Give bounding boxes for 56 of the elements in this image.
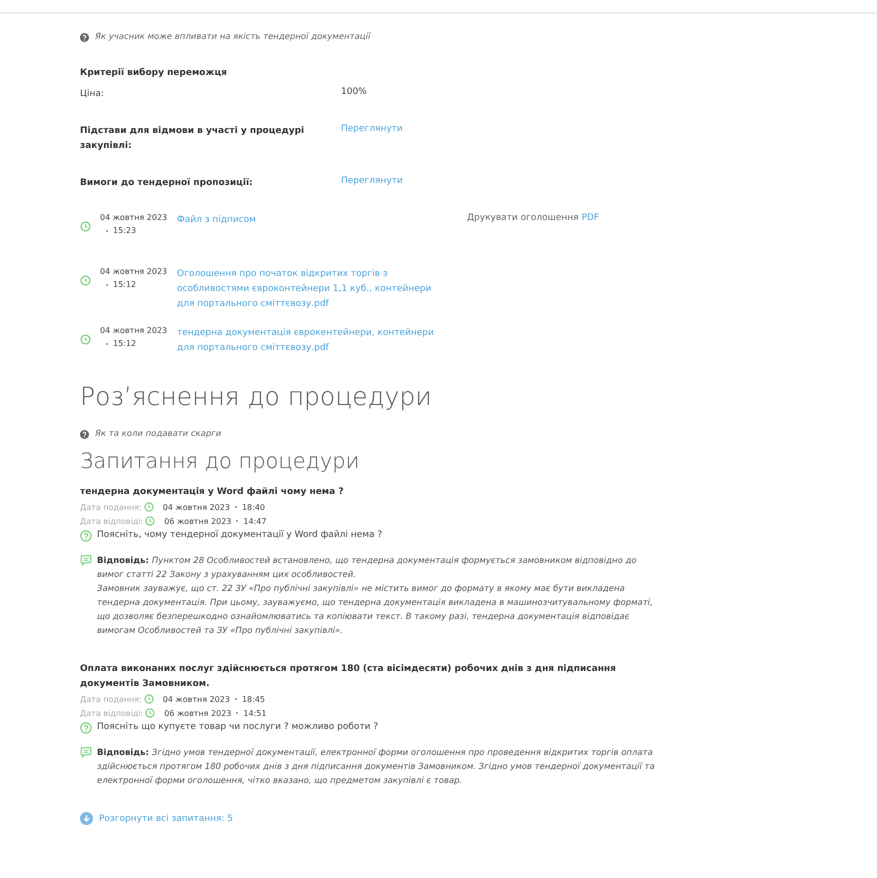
document-time: 15:12 xyxy=(113,280,136,289)
help-link[interactable]: Як учасник може впливати на якість тендерної документації xyxy=(95,32,370,42)
answered-date: 06 жовтня 2023 xyxy=(164,516,232,526)
question-text: Поясніть що купуєте товар чи послуги ? можливо роботи ? xyxy=(97,722,378,732)
clock-icon xyxy=(145,708,156,718)
question-circle-icon xyxy=(80,430,89,438)
date-label: Дата відповіді: xyxy=(80,708,144,718)
field-label: Підстави для відмови в участі у процедурі закупівлі: xyxy=(80,125,306,153)
document-date: 04 жовтня 2023 xyxy=(100,267,168,276)
chat-bubble-icon xyxy=(80,746,92,758)
date-label: Дата відповіді: xyxy=(80,516,144,526)
question-circle-icon xyxy=(80,530,92,542)
chat-bubble-icon xyxy=(80,554,92,566)
document-link[interactable]: Файл з підписом xyxy=(177,213,447,228)
section-title: Роз’яснення до процедури xyxy=(80,382,433,411)
clock-icon xyxy=(144,694,154,704)
submitted-time: 18:40 xyxy=(242,502,266,512)
clock-icon xyxy=(144,502,154,512)
clock-icon xyxy=(145,516,156,526)
view-link[interactable]: Переглянути xyxy=(341,176,403,191)
view-link[interactable]: Переглянути xyxy=(341,124,403,154)
answer-text: Замовник зауважує, що ст. 22 ЗУ «Про публічні закупівлі» не містить вимог до формату в якому має бути викладена тендерна документація. При цьому, зауважуємо, що тендерна документація викладена в машинозчитувальному форматі, що дозволяє безперешкодно ознайомлюватись та копіювати текст. В такому разі, тендерна документація відповідає вимогам Особливостей та ЗУ «Про публічні закупівлі». xyxy=(97,583,654,638)
section-heading: Критерії вибору переможця xyxy=(80,68,228,78)
document-link[interactable]: Оголошення про початок відкритих торгів з особливостями євроконтейнери 1,1 куб., контейнери для портального сміттєвозу.pdf xyxy=(177,267,447,312)
clock-icon xyxy=(80,334,91,345)
clock-icon xyxy=(80,275,91,286)
document-date: 04 жовтня 2023 xyxy=(100,213,168,222)
document-time: 15:23 xyxy=(113,226,136,235)
question-text: Поясніть, чому тендерної документації у Word файлі нема ? xyxy=(97,530,382,540)
pdf-link[interactable]: PDF xyxy=(582,213,600,223)
question-title: тендерна документація у Word файлі чому нема ? xyxy=(80,486,345,499)
date-label: Дата подання: xyxy=(80,694,142,704)
date-label: Дата подання: xyxy=(80,502,142,512)
document-link[interactable]: тендерна документація єврокентейнери, контейнери для портального сміттєвозу.pdf xyxy=(177,326,447,356)
submitted-date: 04 жовтня 2023 xyxy=(162,502,230,512)
answer-text: Відповідь: Пунктом 28 Особливостей встановлено, що тендерна документація формується замовником відповідно до вимог статті 22 Закону з урахуванням цих особливостей. xyxy=(97,555,638,582)
document-date: 04 жовтня 2023 xyxy=(100,326,168,335)
answered-time: 14:51 xyxy=(243,708,266,718)
field-label: Вимоги до тендерної пропозиції: xyxy=(80,177,254,190)
submitted-date: 04 жовтня 2023 xyxy=(162,694,230,704)
document-time: 15:12 xyxy=(113,339,136,348)
question-circle-icon xyxy=(80,32,89,42)
section-title: Запитання до процедури xyxy=(80,449,360,473)
submitted-time: 18:45 xyxy=(242,694,266,704)
expand-questions-link[interactable]: Розгорнути всі запитання: 5 xyxy=(99,814,234,824)
clock-icon xyxy=(80,221,91,232)
question-title: Оплата виконаних послуг здійснюється протягом 180 (ста вісімдесяти) робочих днів з дня підписання документів Замовником. xyxy=(80,662,617,691)
answer-text: Відповідь: Згідно умов тендерної документації, електронної форми оголошення про проведення відкритих торгів оплата здійснюється протягом 180 робочих днів з дня підписання документів Замовником. Згідно умов тендерної документації та електронної форми оголошення, чітко вказано, що предметом закупівлі є товар. xyxy=(97,747,656,788)
question-circle-icon xyxy=(80,722,92,734)
criterion-value: 100% xyxy=(341,87,367,99)
print-label: Друкувати оголошення xyxy=(467,213,579,223)
criterion-label: Ціна: xyxy=(80,88,105,101)
help-link[interactable]: Як та коли подавати скарги xyxy=(95,429,222,439)
down-arrow-circle-icon[interactable] xyxy=(80,812,93,825)
answered-time: 14:47 xyxy=(243,516,266,526)
answered-date: 06 жовтня 2023 xyxy=(164,708,232,718)
